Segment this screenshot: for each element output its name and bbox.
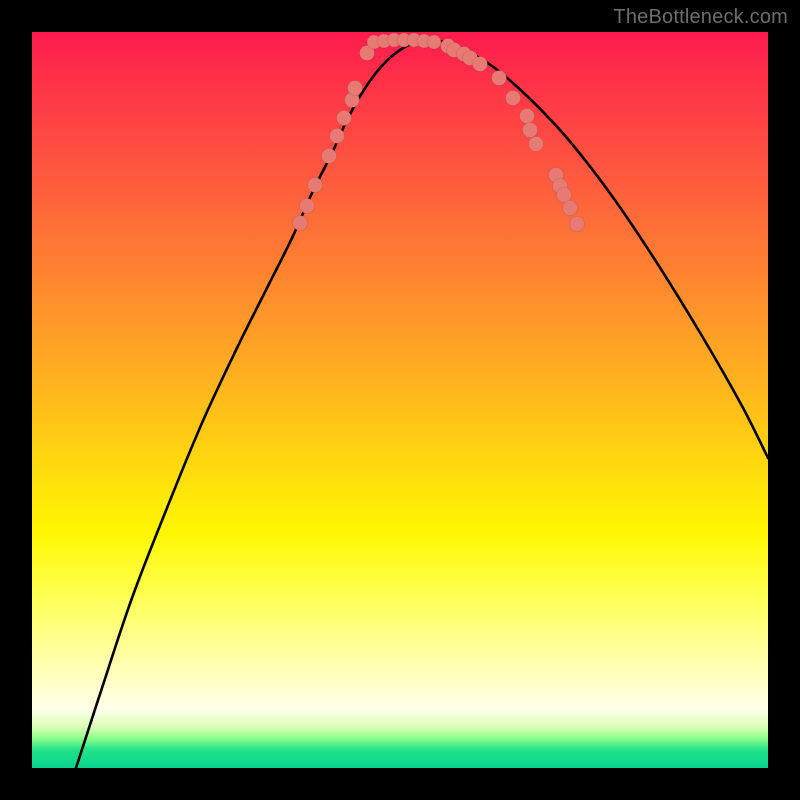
data-dot [337, 111, 352, 126]
data-dot [523, 123, 538, 138]
watermark-text: TheBottleneck.com [613, 6, 788, 29]
plot-area [32, 32, 768, 768]
data-dot [293, 216, 308, 231]
data-dot [570, 217, 585, 232]
data-dot [330, 129, 345, 144]
data-dot [300, 199, 315, 214]
data-dot [492, 71, 507, 86]
data-dot [563, 201, 578, 216]
data-dot [308, 178, 323, 193]
data-dot [473, 57, 488, 72]
data-dot [322, 149, 337, 164]
data-dot [427, 35, 441, 49]
bottleneck-curve [76, 40, 768, 768]
chart-frame: TheBottleneck.com [0, 0, 800, 800]
data-dot [348, 81, 363, 96]
curve-svg [32, 32, 768, 768]
data-dot [529, 137, 544, 152]
data-dot [520, 109, 535, 124]
data-dot [506, 91, 521, 106]
data-dots [293, 33, 585, 232]
